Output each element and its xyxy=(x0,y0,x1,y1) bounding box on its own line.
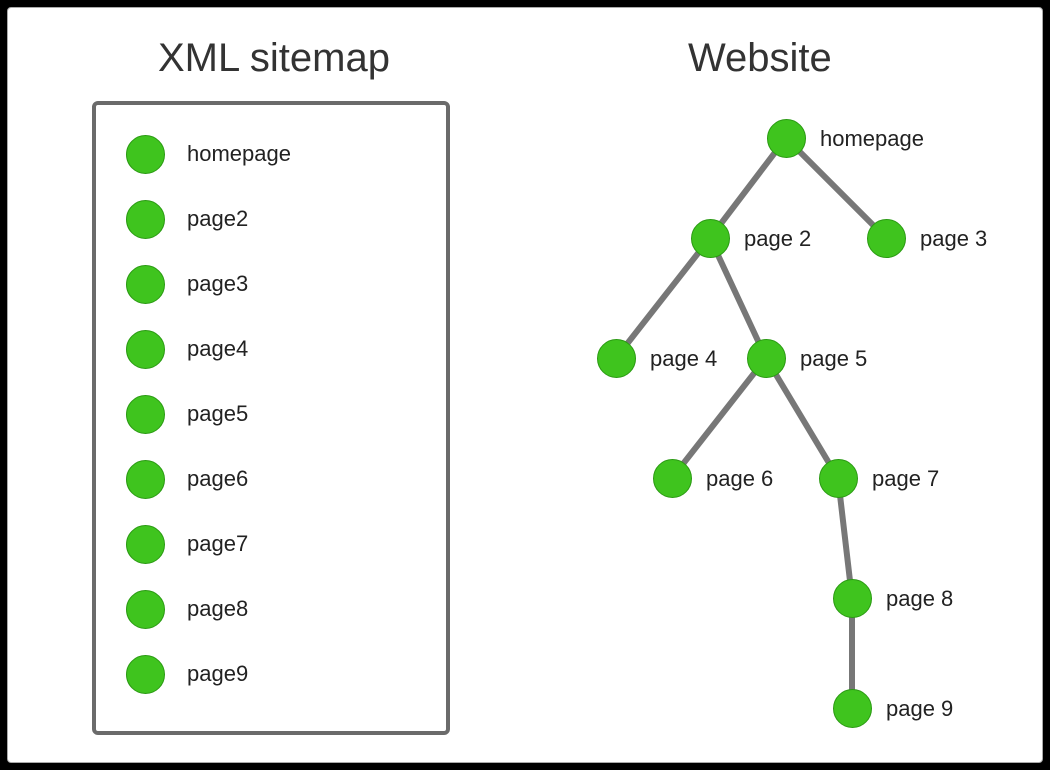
node-icon xyxy=(126,525,165,564)
tree-node-label: page 5 xyxy=(800,346,867,372)
sitemap-item: page9 xyxy=(126,655,446,693)
tree-node: homepage xyxy=(767,119,924,158)
sitemap-item: page8 xyxy=(126,590,446,628)
node-icon xyxy=(833,689,872,728)
node-icon xyxy=(126,200,165,239)
tree-node-label: page 6 xyxy=(706,466,773,492)
node-icon xyxy=(747,339,786,378)
sitemap-item-label: page8 xyxy=(187,596,248,622)
sitemap-item-label: page7 xyxy=(187,531,248,557)
sitemap-item-label: page4 xyxy=(187,336,248,362)
node-icon xyxy=(126,590,165,629)
sitemap-item: page2 xyxy=(126,200,446,238)
tree-node: page 4 xyxy=(597,339,717,378)
node-icon xyxy=(126,460,165,499)
diagram-canvas: XML sitemap Website homepage page2 page3… xyxy=(7,7,1043,763)
sitemap-item: page4 xyxy=(126,330,446,368)
node-icon xyxy=(819,459,858,498)
tree-node: page 3 xyxy=(867,219,987,258)
node-icon xyxy=(691,219,730,258)
website-tree: homepage page 2 page 3 page 4 page 5 page 6 pa… xyxy=(538,108,1038,748)
sitemap-item-label: page9 xyxy=(187,661,248,687)
node-icon xyxy=(126,395,165,434)
sitemap-item: homepage xyxy=(126,135,446,173)
sitemap-item-label: page5 xyxy=(187,401,248,427)
tree-node-label: page 2 xyxy=(744,226,811,252)
sitemap-item: page5 xyxy=(126,395,446,433)
tree-node-label: page 8 xyxy=(886,586,953,612)
sitemap-item: page3 xyxy=(126,265,446,303)
sitemap-item-label: page2 xyxy=(187,206,248,232)
node-icon xyxy=(126,265,165,304)
sitemap-item: page7 xyxy=(126,525,446,563)
tree-node: page 2 xyxy=(691,219,811,258)
node-icon xyxy=(833,579,872,618)
sitemap-heading: XML sitemap xyxy=(158,36,390,81)
tree-node-label: page 3 xyxy=(920,226,987,252)
node-icon xyxy=(653,459,692,498)
sitemap-item-label: page6 xyxy=(187,466,248,492)
node-icon xyxy=(597,339,636,378)
tree-node: page 7 xyxy=(819,459,939,498)
website-heading: Website xyxy=(688,36,832,81)
tree-node-label: page 9 xyxy=(886,696,953,722)
tree-node: page 5 xyxy=(747,339,867,378)
node-icon xyxy=(867,219,906,258)
node-icon xyxy=(126,655,165,694)
sitemap-box: homepage page2 page3 page4 page5 page6 xyxy=(92,101,450,735)
tree-node: page 9 xyxy=(833,689,953,728)
sitemap-item-label: page3 xyxy=(187,271,248,297)
sitemap-list: homepage page2 page3 page4 page5 page6 xyxy=(96,105,446,693)
tree-node-label: homepage xyxy=(820,126,924,152)
node-icon xyxy=(767,119,806,158)
sitemap-item: page6 xyxy=(126,460,446,498)
tree-node: page 8 xyxy=(833,579,953,618)
tree-node: page 6 xyxy=(653,459,773,498)
node-icon xyxy=(126,135,165,174)
tree-edges xyxy=(538,108,1038,748)
sitemap-item-label: homepage xyxy=(187,141,291,167)
tree-node-label: page 4 xyxy=(650,346,717,372)
tree-node-label: page 7 xyxy=(872,466,939,492)
node-icon xyxy=(126,330,165,369)
